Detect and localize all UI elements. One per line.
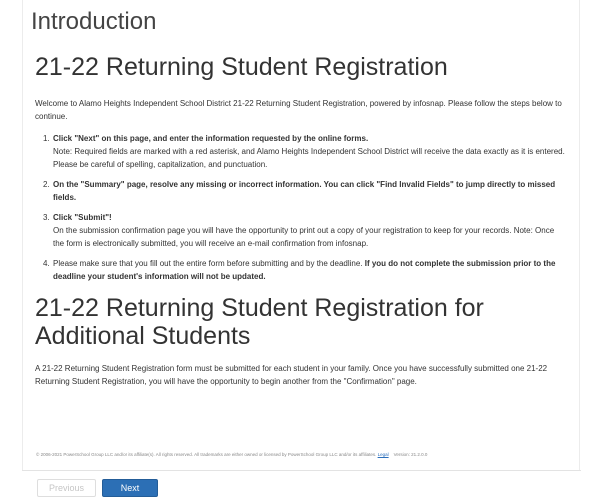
registration-title: 21-22 Returning Student Registration bbox=[35, 53, 448, 81]
welcome-text: Welcome to Alamo Heights Independent Sch… bbox=[35, 99, 562, 121]
previous-button[interactable]: Previous bbox=[37, 479, 96, 497]
step-item: 4. Please make sure that you fill out th… bbox=[43, 257, 567, 283]
page-title: Introduction bbox=[31, 8, 157, 35]
step-number: 3. bbox=[43, 213, 50, 222]
page: Introduction 21-22 Returning Student Reg… bbox=[0, 0, 592, 497]
additional-students-text: A 21-22 Returning Student Registration f… bbox=[35, 364, 548, 386]
step-number: 4. bbox=[43, 259, 50, 268]
step-item: 1. Click "Next" on this page, and enter … bbox=[43, 132, 567, 171]
step-item: 2. On the "Summary" page, resolve any mi… bbox=[43, 178, 567, 204]
legal-link[interactable]: Legal bbox=[378, 452, 389, 457]
next-button[interactable]: Next bbox=[102, 479, 158, 497]
step-item: 3. Click "Submit"! On the submission con… bbox=[43, 211, 567, 250]
step-heading: Click "Submit"! bbox=[53, 213, 112, 222]
main-content: Introduction 21-22 Returning Student Reg… bbox=[22, 0, 580, 470]
step-note: Note: Required fields are marked with a … bbox=[53, 147, 565, 169]
step-heading: Click "Next" on this page, and enter the… bbox=[53, 134, 369, 143]
version-text: Version: 21.2.0.0 bbox=[393, 452, 428, 457]
steps-list: 1. Click "Next" on this page, and enter … bbox=[35, 132, 567, 283]
step-heading: On the "Summary" page, resolve any missi… bbox=[53, 180, 556, 202]
copyright-text: © 2006-2021 PowerSchool Group LLC and/or… bbox=[36, 452, 377, 457]
step-note: On the submission confirmation page you … bbox=[53, 226, 555, 248]
additional-students-title: 21-22 Returning Student Registration for… bbox=[35, 294, 484, 350]
step-number: 1. bbox=[43, 134, 50, 143]
footer-copyright: © 2006-2021 PowerSchool Group LLC and/or… bbox=[36, 452, 427, 457]
step-note: Please make sure that you fill out the e… bbox=[53, 259, 365, 268]
footer-divider bbox=[22, 470, 581, 471]
step-number: 2. bbox=[43, 180, 50, 189]
